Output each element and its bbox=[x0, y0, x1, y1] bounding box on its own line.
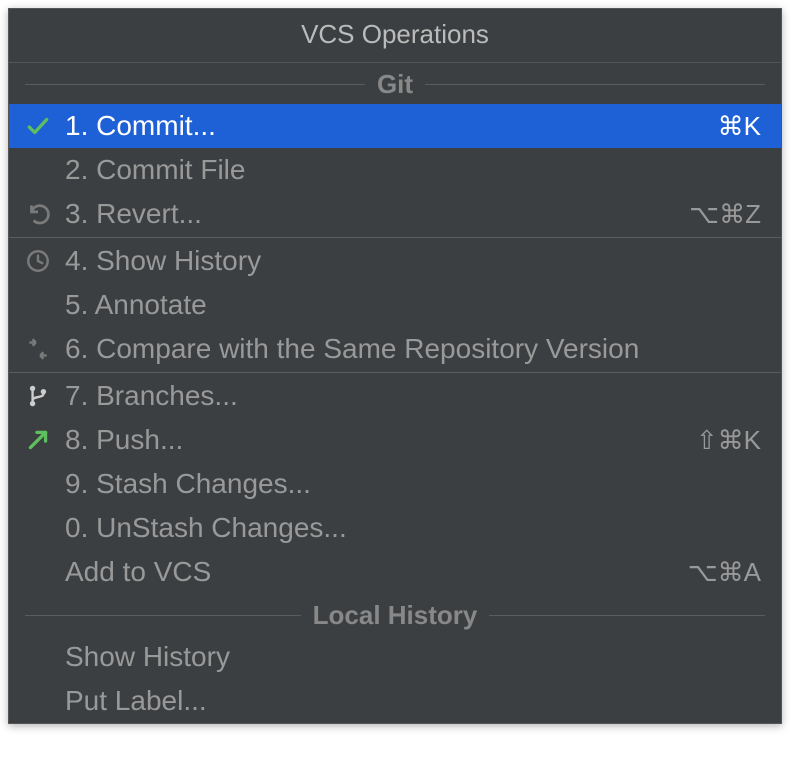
menu-label: 1. Commit... bbox=[65, 110, 718, 142]
check-icon bbox=[25, 113, 65, 139]
push-icon bbox=[25, 427, 65, 453]
menu-label: 5. Annotate bbox=[65, 289, 761, 321]
section-header-git: Git bbox=[9, 63, 781, 104]
menu-item-push[interactable]: 8. Push... ⇧⌘K bbox=[9, 418, 781, 462]
menu-shortcut: ⌥⌘A bbox=[688, 557, 761, 588]
section-label: Git bbox=[365, 69, 425, 100]
menu-shortcut: ⌘K bbox=[718, 111, 761, 142]
menu-item-branches[interactable]: 7. Branches... bbox=[9, 374, 781, 418]
vcs-operations-popup: VCS Operations Git 1. Commit... ⌘K 2. Co… bbox=[8, 8, 782, 724]
menu-label: 0. UnStash Changes... bbox=[65, 512, 761, 544]
menu-shortcut: ⇧⌘K bbox=[696, 425, 761, 456]
menu-item-revert[interactable]: 3. Revert... ⌥⌘Z bbox=[9, 192, 781, 236]
menu-label: 7. Branches... bbox=[65, 380, 761, 412]
compare-icon bbox=[25, 336, 65, 362]
menu-item-compare[interactable]: 6. Compare with the Same Repository Vers… bbox=[9, 327, 781, 371]
menu-item-commit-file[interactable]: 2. Commit File bbox=[9, 148, 781, 192]
section-header-local-history: Local History bbox=[9, 594, 781, 635]
menu-label: Put Label... bbox=[65, 685, 761, 717]
separator bbox=[9, 372, 781, 373]
menu-shortcut: ⌥⌘Z bbox=[689, 199, 761, 230]
section-label: Local History bbox=[301, 600, 490, 631]
menu-item-annotate[interactable]: 5. Annotate bbox=[9, 283, 781, 327]
branch-icon bbox=[25, 383, 65, 409]
menu-item-add-to-vcs[interactable]: Add to VCS ⌥⌘A bbox=[9, 550, 781, 594]
menu-label: 2. Commit File bbox=[65, 154, 761, 186]
menu-label: 4. Show History bbox=[65, 245, 761, 277]
revert-icon bbox=[25, 201, 65, 227]
menu-label: 9. Stash Changes... bbox=[65, 468, 761, 500]
menu-label: Show History bbox=[65, 641, 761, 673]
history-icon bbox=[25, 248, 65, 274]
menu-label: 3. Revert... bbox=[65, 198, 689, 230]
menu-item-commit[interactable]: 1. Commit... ⌘K bbox=[9, 104, 781, 148]
separator bbox=[9, 237, 781, 238]
menu-label: 8. Push... bbox=[65, 424, 696, 456]
menu-item-unstash[interactable]: 0. UnStash Changes... bbox=[9, 506, 781, 550]
menu-item-show-history[interactable]: 4. Show History bbox=[9, 239, 781, 283]
menu-label: Add to VCS bbox=[65, 556, 688, 588]
popup-title: VCS Operations bbox=[9, 9, 781, 63]
menu-item-put-label[interactable]: Put Label... bbox=[9, 679, 781, 723]
menu-item-stash[interactable]: 9. Stash Changes... bbox=[9, 462, 781, 506]
menu-label: 6. Compare with the Same Repository Vers… bbox=[65, 333, 761, 365]
menu-item-local-show-history[interactable]: Show History bbox=[9, 635, 781, 679]
